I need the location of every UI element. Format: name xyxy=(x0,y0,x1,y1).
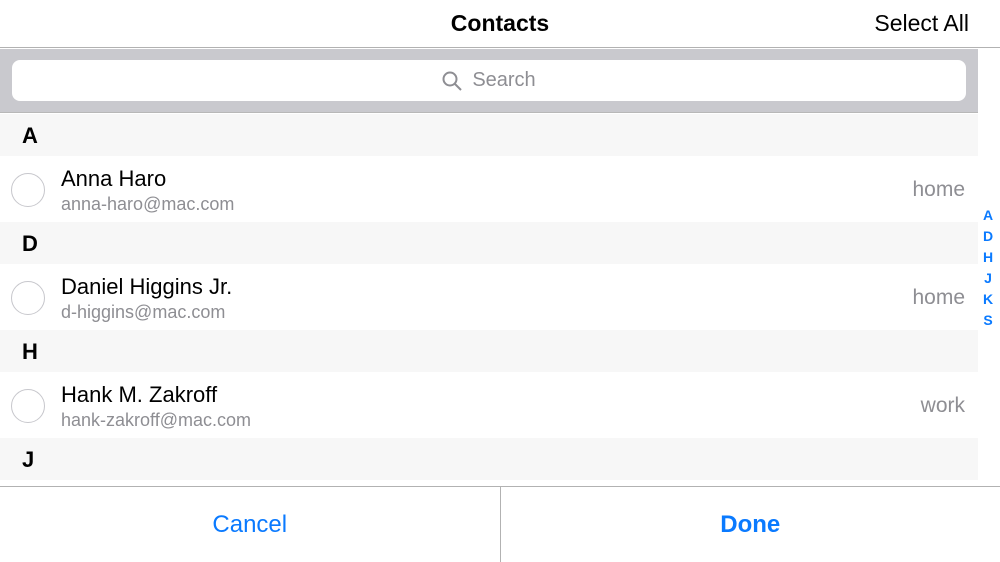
search-bar: Search xyxy=(0,49,978,113)
index-letter[interactable]: H xyxy=(983,249,993,270)
contact-name: Anna Haro xyxy=(61,166,167,191)
index-letter[interactable]: S xyxy=(983,312,992,333)
cancel-button[interactable]: Cancel xyxy=(0,487,500,562)
navigation-bar: Contacts Select All xyxy=(0,0,1000,48)
index-letter[interactable]: K xyxy=(983,291,993,312)
contact-row[interactable]: Hank M. Zakroff hank-zakroff@mac.com wor… xyxy=(0,372,978,438)
email-label: work xyxy=(920,394,965,417)
search-placeholder: Search xyxy=(472,69,536,91)
contact-email: anna-haro@mac.com xyxy=(61,194,235,214)
page-title: Contacts xyxy=(450,10,550,36)
contact-name: Hank M. Zakroff xyxy=(61,382,218,407)
select-radio[interactable] xyxy=(11,281,45,315)
email-label: home xyxy=(912,178,965,201)
contact-email: hank-zakroff@mac.com xyxy=(61,410,252,430)
index-letter[interactable]: D xyxy=(983,228,993,249)
contact-email: d-higgins@mac.com xyxy=(61,302,226,322)
contact-row[interactable]: Anna Haro anna-haro@mac.com home xyxy=(0,156,978,222)
section-header: H xyxy=(0,330,978,372)
footer-toolbar: Cancel Done xyxy=(0,486,1000,562)
done-button[interactable]: Done xyxy=(501,487,1000,562)
section-header: D xyxy=(0,222,978,264)
section-header: J xyxy=(0,438,978,480)
section-header: A xyxy=(0,114,978,156)
contact-row[interactable]: Daniel Higgins Jr. d-higgins@mac.com hom… xyxy=(0,264,978,330)
contact-list: A Anna Haro anna-haro@mac.com home D Dan… xyxy=(0,114,978,480)
select-all-button[interactable]: Select All xyxy=(874,10,969,37)
contact-name: Daniel Higgins Jr. xyxy=(61,274,233,299)
index-letter[interactable]: A xyxy=(983,207,993,228)
index-letter[interactable]: J xyxy=(984,270,992,291)
section-index[interactable]: A D H J K S xyxy=(982,207,994,333)
select-radio[interactable] xyxy=(11,173,45,207)
email-label: home xyxy=(912,286,965,309)
select-radio[interactable] xyxy=(11,389,45,423)
search-icon xyxy=(442,71,463,91)
search-input[interactable]: Search xyxy=(12,60,966,101)
